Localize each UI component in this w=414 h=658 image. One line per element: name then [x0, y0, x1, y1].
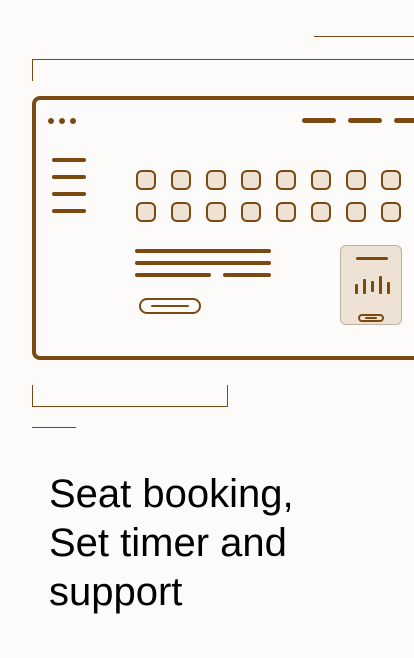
- decor-line-frame-bottom-left: [32, 385, 33, 407]
- timer-card-icon: [340, 245, 402, 325]
- text-line: [135, 273, 211, 277]
- nav-pill-icon: [302, 118, 336, 123]
- menu-line: [52, 209, 86, 213]
- seat-icon: [241, 170, 261, 190]
- seat-icon: [206, 202, 226, 222]
- menu-line: [52, 158, 86, 162]
- timer-bar: [387, 282, 390, 294]
- decor-line-frame-bottom-right: [227, 385, 228, 407]
- menu-line: [52, 175, 86, 179]
- menu-line: [52, 192, 86, 196]
- timer-bar: [371, 281, 374, 292]
- text-line: [135, 261, 271, 265]
- decor-line-accent: [32, 427, 76, 428]
- seat-icon: [171, 202, 191, 222]
- window-dot-icon: [59, 118, 65, 124]
- timer-bar: [379, 276, 382, 294]
- decor-line-frame-bottom: [32, 406, 228, 407]
- seat-icon: [276, 170, 296, 190]
- seat-icon: [381, 202, 401, 222]
- seat-icon: [136, 202, 156, 222]
- nav-pill-icon: [394, 118, 414, 123]
- seat-icon: [136, 170, 156, 190]
- seat-icon: [381, 170, 401, 190]
- text-line: [223, 273, 271, 277]
- browser-window-icon: [32, 96, 414, 360]
- seat-icon: [311, 202, 331, 222]
- window-dot-icon: [48, 118, 54, 124]
- seat-icon: [311, 170, 331, 190]
- seat-icon: [206, 170, 226, 190]
- timer-title-line: [356, 257, 388, 260]
- window-dot-icon: [70, 118, 76, 124]
- timer-bar: [363, 279, 366, 294]
- headline-line-2: Set timer and: [49, 521, 287, 565]
- seat-icon: [276, 202, 296, 222]
- timer-button-icon: [358, 314, 384, 322]
- timer-bar: [355, 284, 358, 294]
- headline-line-3: support: [49, 570, 183, 614]
- decor-line-frame-top: [32, 59, 414, 60]
- nav-pill-icon: [348, 118, 382, 123]
- seat-icon: [241, 202, 261, 222]
- seat-icon: [171, 170, 191, 190]
- button-icon: [139, 298, 201, 314]
- seat-icon: [346, 202, 366, 222]
- headline-line-1: Seat booking,: [49, 472, 294, 516]
- decor-line-frame-left: [32, 59, 33, 81]
- text-line: [135, 249, 271, 253]
- headline: Seat booking, Set timer and support: [49, 470, 389, 617]
- decor-line-top-right: [314, 36, 414, 37]
- seat-icon: [346, 170, 366, 190]
